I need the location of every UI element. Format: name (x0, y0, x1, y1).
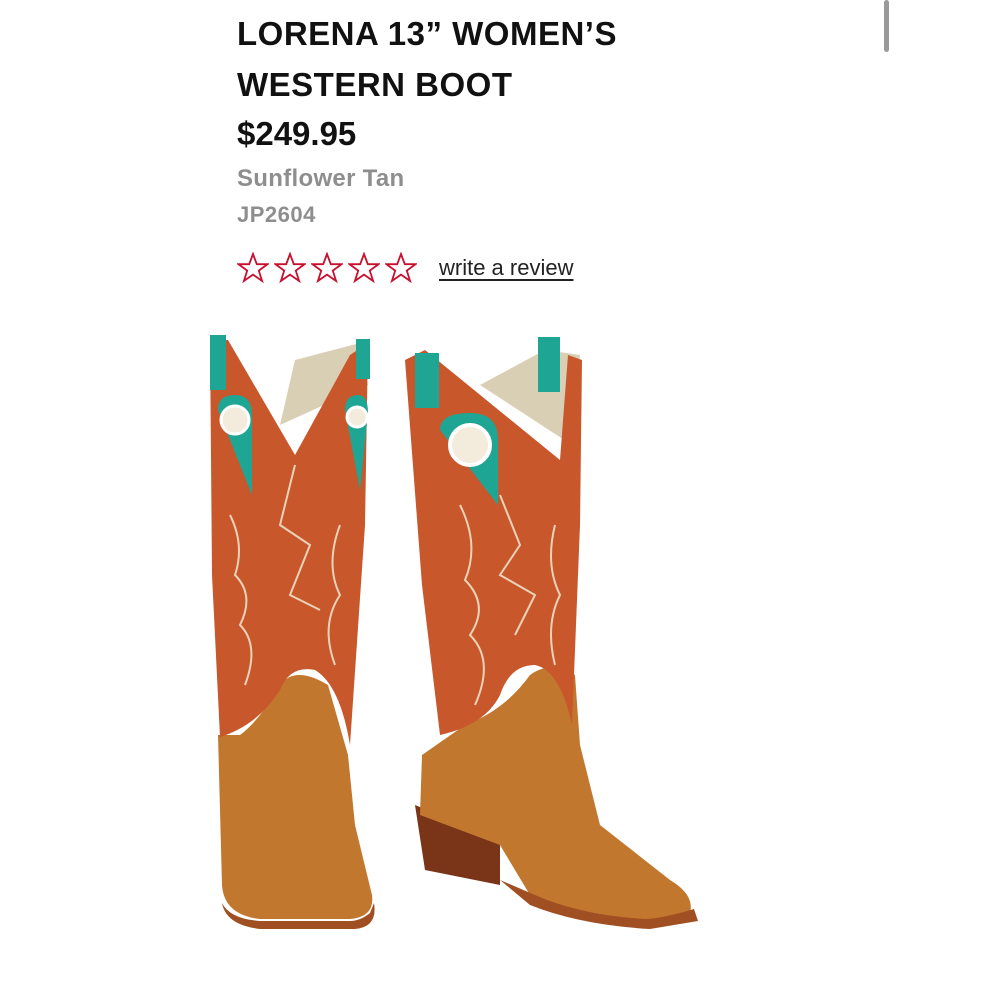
product-title: LORENA 13” WOMEN’S WESTERN BOOT (237, 15, 617, 103)
right-boot (405, 337, 698, 929)
product-color-name: Sunflower Tan (237, 165, 405, 192)
left-boot (210, 335, 375, 929)
write-review-link[interactable]: write a review (439, 255, 573, 281)
rating-stars[interactable] (237, 252, 417, 284)
star-outline-icon[interactable] (385, 252, 417, 284)
product-image (210, 335, 698, 929)
star-outline-icon[interactable] (311, 252, 343, 284)
product-sku: JP2604 (237, 202, 316, 227)
product-price: $249.95 (237, 115, 357, 152)
product-info: LORENA 13” WOMEN’S WESTERN BOOT $249.95 … (237, 8, 757, 288)
star-outline-icon[interactable] (348, 252, 380, 284)
star-outline-icon[interactable] (237, 252, 269, 284)
product-page: LORENA 13” WOMEN’S WESTERN BOOT $249.95 … (0, 0, 1000, 1000)
rating-row: write a review (237, 248, 757, 288)
scrollbar[interactable] (884, 0, 889, 52)
star-outline-icon[interactable] (274, 252, 306, 284)
